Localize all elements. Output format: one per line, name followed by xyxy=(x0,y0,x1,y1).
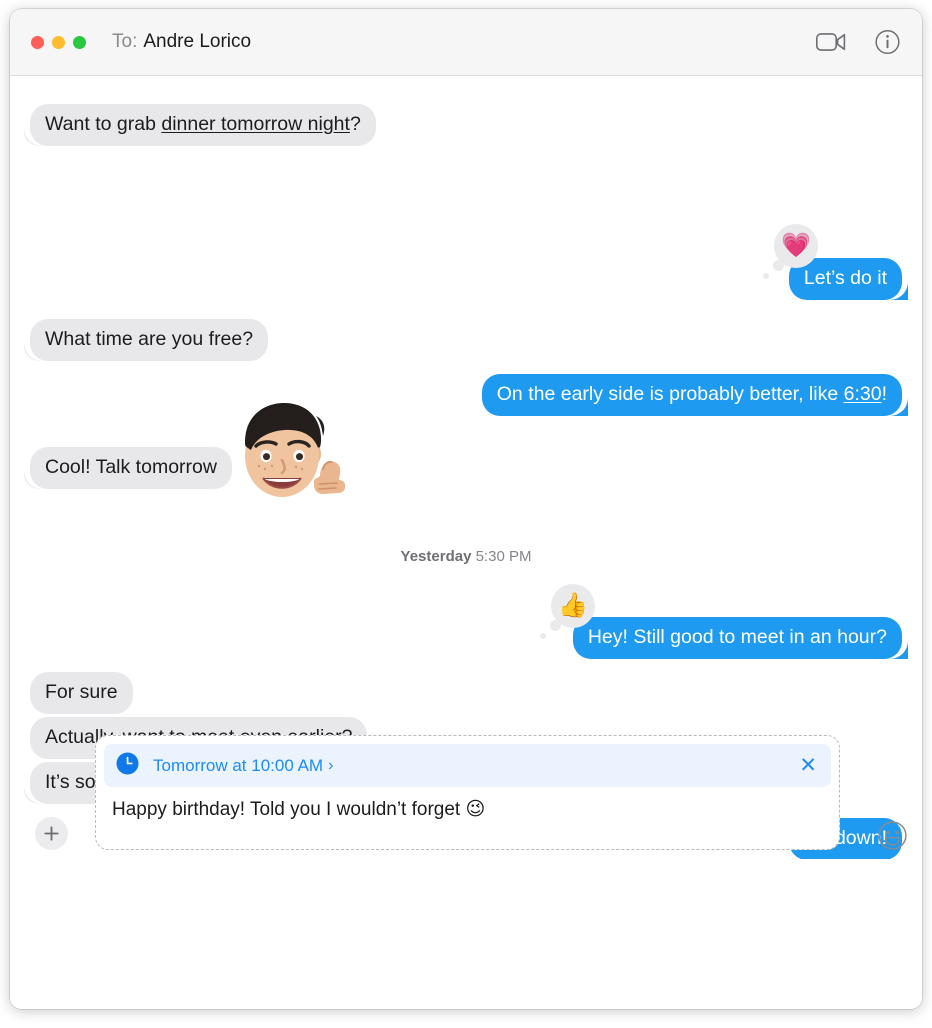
message-row: Cool! Talk tomorrow xyxy=(30,447,232,489)
scheduled-send-chip[interactable]: Tomorrow at 10:00 AM › ✕ xyxy=(104,744,831,787)
message-text-tail: ? xyxy=(349,113,361,135)
conversation-timestamp: Yesterday 5:30 PM xyxy=(10,548,922,565)
message-row: For sure xyxy=(30,672,133,714)
timestamp-time: 5:30 PM xyxy=(475,548,532,565)
thumbsup-tapback[interactable]: 👍 xyxy=(540,584,595,639)
message-compose-box[interactable]: Tomorrow at 10:00 AM › ✕ Happy birthday!… xyxy=(95,735,840,850)
message-text: Want to grab xyxy=(45,113,162,135)
heart-tapback[interactable]: 💗 xyxy=(763,224,818,279)
message-bubble-received[interactable]: Want to grab dinner tomorrow night? xyxy=(30,104,376,146)
message-bubble-received[interactable]: Cool! Talk tomorrow xyxy=(30,447,232,489)
message-link[interactable]: 6:30 xyxy=(844,383,882,405)
recipient-name: Andre Lorico xyxy=(143,31,252,52)
message-bubble-sent[interactable]: On the early side is probably better, li… xyxy=(481,374,902,416)
chevron-right-icon: › xyxy=(328,756,334,774)
composer-area: Tomorrow at 10:00 AM › ✕ Happy birthday!… xyxy=(10,735,922,1009)
clock-icon xyxy=(116,752,139,780)
minimize-window-button[interactable] xyxy=(52,35,65,49)
plus-icon xyxy=(35,817,68,850)
smiley-face-icon xyxy=(878,821,907,850)
close-x-icon[interactable]: ✕ xyxy=(799,755,817,776)
messages-window: To: Andre Lorico Want to grab dinner tom… xyxy=(10,9,922,1009)
tapback-dot-small xyxy=(540,633,546,639)
recipient-field[interactable]: To: Andre Lorico xyxy=(112,31,251,53)
tapback-dot-small xyxy=(763,273,769,279)
message-row: Hey! Still good to meet in an hour? xyxy=(572,617,902,659)
to-label: To: xyxy=(112,31,138,52)
emoji-picker-button[interactable] xyxy=(878,821,907,855)
message-bubble-received[interactable]: What time are you free? xyxy=(30,319,269,361)
add-attachment-button[interactable] xyxy=(35,817,68,850)
info-circle-icon[interactable] xyxy=(875,29,900,55)
message-row: What time are you free? xyxy=(30,319,269,361)
traffic-light-buttons xyxy=(31,35,86,49)
message-text: On the early side is probably better, li… xyxy=(496,383,844,405)
tapback-dot-large xyxy=(773,260,784,271)
window-titlebar: To: Andre Lorico xyxy=(10,9,922,76)
message-row: On the early side is probably better, li… xyxy=(481,374,902,416)
message-link[interactable]: dinner tomorrow night xyxy=(161,113,350,135)
scheduled-send-label[interactable]: Tomorrow at 10:00 AM › xyxy=(153,756,333,776)
close-window-button[interactable] xyxy=(31,35,44,49)
titlebar-actions xyxy=(816,29,900,55)
timestamp-day: Yesterday xyxy=(400,548,472,565)
message-bubble-received[interactable]: For sure xyxy=(30,672,133,714)
memoji-thumbs-up-sticker[interactable] xyxy=(228,398,346,521)
draft-message-text[interactable]: Happy birthday! Told you I wouldn’t forg… xyxy=(112,798,485,821)
message-row: Want to grab dinner tomorrow night? xyxy=(30,104,376,146)
maximize-window-button[interactable] xyxy=(73,35,86,49)
message-bubble-sent[interactable]: Hey! Still good to meet in an hour? xyxy=(572,617,902,659)
message-text-tail: ! xyxy=(881,383,887,405)
scheduled-send-time: Tomorrow at 10:00 AM xyxy=(153,755,324,775)
video-camera-icon[interactable] xyxy=(816,32,846,53)
tapback-dot-large xyxy=(550,620,561,631)
